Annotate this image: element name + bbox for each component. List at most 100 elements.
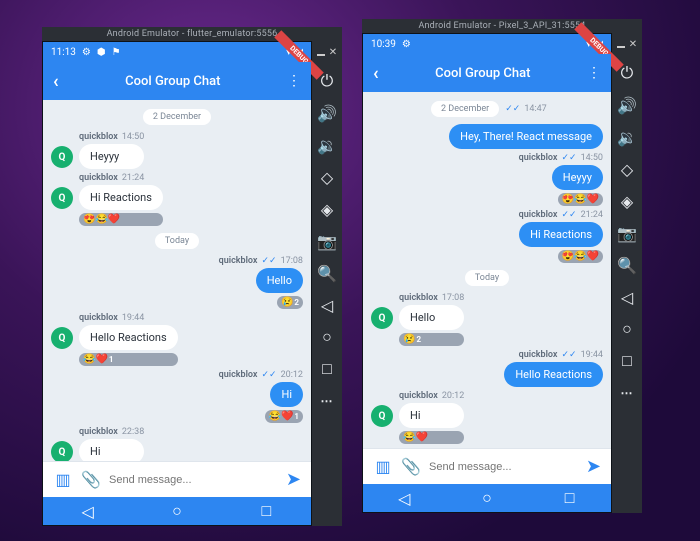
stickers-icon[interactable]: ▥ [373, 457, 393, 477]
back-icon[interactable]: ◁ [318, 296, 336, 314]
minimize-icon[interactable] [617, 46, 625, 48]
avatar[interactable]: Q [51, 146, 73, 168]
more-icon[interactable]: ⋯ [321, 394, 334, 408]
rotate-left-icon[interactable]: ◇ [318, 168, 336, 186]
avatar[interactable]: Q [371, 405, 393, 427]
message-row[interactable]: Q quickblox19:44 Hello Reactions 😂❤️1 [51, 313, 303, 366]
close-icon[interactable]: ✕ [629, 39, 637, 50]
minimize-icon[interactable] [317, 54, 325, 56]
sender-name: quickblox [519, 350, 558, 360]
chat-title: Cool Group Chat [59, 74, 287, 89]
attach-icon[interactable]: 📎 [81, 470, 101, 490]
message-bubble[interactable]: Hello [256, 268, 303, 293]
message-bubble[interactable]: Hello [399, 305, 464, 330]
message-bubble[interactable]: Heyyy [552, 165, 603, 190]
reaction-badge[interactable]: 😢2 [277, 296, 303, 309]
overview-icon[interactable]: □ [618, 352, 636, 370]
sender-name: quickblox [399, 391, 438, 401]
avatar[interactable]: Q [51, 187, 73, 209]
message-row[interactable]: Q quickblox17:08 Hello 😢2 [371, 293, 603, 346]
emulator-window-left: Android Emulator - flutter_emulator:5556… [42, 27, 342, 526]
reaction-badge[interactable]: 😍😂❤️ [558, 250, 603, 263]
debug-icon: ⬢ [97, 47, 106, 58]
read-ticks-icon: ✓✓ [561, 153, 576, 163]
message-input[interactable] [429, 461, 578, 473]
status-bar: 11:13 ⚙ ⬢ ⚑ ▾ ◢ [43, 42, 311, 62]
chat-scroll[interactable]: 2 December ✓✓14:47 Hey, There! React mes… [363, 92, 611, 448]
message-bubble[interactable]: Hi [270, 382, 303, 407]
more-icon[interactable]: ⋯ [621, 386, 634, 400]
message-row[interactable]: Q quickblox14:50 Heyyy [51, 132, 303, 169]
window-title: Android Emulator - Pixel_3_API_31:5554 [362, 19, 642, 33]
camera-icon[interactable]: 📷 [318, 232, 336, 250]
read-ticks-icon: ✓✓ [261, 370, 276, 380]
avatar[interactable]: Q [371, 307, 393, 329]
nav-back-icon[interactable]: ◁ [81, 504, 95, 518]
nav-back-icon[interactable]: ◁ [397, 491, 411, 505]
home-icon[interactable]: ○ [618, 320, 636, 338]
app-bar: ‹ Cool Group Chat ⋮ [43, 62, 311, 100]
chat-scroll[interactable]: 2 December Q quickblox14:50 Heyyy Q quic… [43, 100, 311, 461]
stickers-icon[interactable]: ▥ [53, 470, 73, 490]
msg-time: 14:47 [524, 104, 546, 114]
reaction-badge[interactable]: 😂❤️1 [265, 410, 304, 423]
rotate-right-icon[interactable]: ◈ [318, 200, 336, 218]
nav-home-icon[interactable]: ○ [170, 504, 184, 518]
avatar[interactable]: Q [51, 441, 73, 461]
zoom-icon[interactable]: 🔍 [618, 256, 636, 274]
sender-name: quickblox [219, 370, 258, 380]
volume-up-icon[interactable]: 🔊 [618, 96, 636, 114]
message-bubble[interactable]: Hi Reactions [519, 222, 603, 247]
rotate-right-icon[interactable]: ◈ [618, 192, 636, 210]
sender-name: quickblox [79, 313, 118, 323]
attach-icon[interactable]: 📎 [401, 457, 421, 477]
message-bubble[interactable]: Hello Reactions [79, 325, 178, 350]
input-bar: ▥ 📎 ➤ [43, 461, 311, 497]
message-row[interactable]: Q quickblox20:12 Hi 😂❤️ [371, 391, 603, 444]
message-row[interactable]: Q quickblox21:24 Hi Reactions 😍😂❤️ [51, 173, 303, 226]
send-button[interactable]: ➤ [586, 456, 601, 477]
more-button[interactable]: ⋮ [587, 65, 601, 81]
nav-recent-icon[interactable]: □ [563, 491, 577, 505]
reaction-badge[interactable]: 😂❤️1 [79, 353, 178, 366]
window-title: Android Emulator - flutter_emulator:5556 [42, 27, 342, 41]
read-ticks-icon: ✓✓ [261, 256, 276, 266]
message-bubble[interactable]: Hello Reactions [504, 362, 603, 387]
reaction-badge[interactable]: 😢2 [399, 333, 464, 346]
nav-home-icon[interactable]: ○ [480, 491, 494, 505]
reaction-badge[interactable]: 😍😂❤️ [558, 193, 603, 206]
flag-icon: ⚑ [112, 47, 121, 58]
rotate-left-icon[interactable]: ◇ [618, 160, 636, 178]
nav-recent-icon[interactable]: □ [259, 504, 273, 518]
message-row[interactable]: quickblox✓✓19:44 Hello Reactions [371, 350, 603, 387]
gear-icon: ⚙ [82, 47, 91, 58]
message-row[interactable]: quickblox✓✓14:50 Heyyy 😍😂❤️ [371, 153, 603, 206]
overview-icon[interactable]: □ [318, 360, 336, 378]
message-bubble[interactable]: Hey, There! React message [449, 124, 603, 149]
message-bubble[interactable]: Hi [79, 439, 144, 461]
message-row[interactable]: quickblox✓✓21:24 Hi Reactions 😍😂❤️ [371, 210, 603, 263]
reaction-badge[interactable]: 😂❤️ [399, 431, 464, 444]
message-row[interactable]: Hey, There! React message [371, 124, 603, 149]
volume-down-icon[interactable]: 🔉 [318, 136, 336, 154]
volume-down-icon[interactable]: 🔉 [618, 128, 636, 146]
close-icon[interactable]: ✕ [329, 47, 337, 58]
avatar[interactable]: Q [51, 327, 73, 349]
message-bubble[interactable]: Heyyy [79, 144, 144, 169]
message-row[interactable]: quickblox✓✓20:12 Hi 😂❤️1 [51, 370, 303, 423]
volume-up-icon[interactable]: 🔊 [318, 104, 336, 122]
zoom-icon[interactable]: 🔍 [318, 264, 336, 282]
message-bubble[interactable]: Hi Reactions [79, 185, 163, 210]
more-button[interactable]: ⋮ [287, 73, 301, 89]
message-bubble[interactable]: Hi [399, 403, 464, 428]
message-input[interactable] [109, 474, 278, 486]
home-icon[interactable]: ○ [318, 328, 336, 346]
camera-icon[interactable]: 📷 [618, 224, 636, 242]
reaction-badge[interactable]: 😍😂❤️ [79, 213, 163, 226]
msg-time: 19:44 [581, 350, 603, 360]
back-icon[interactable]: ◁ [618, 288, 636, 306]
message-row[interactable]: quickblox✓✓17:08 Hello 😢2 [51, 256, 303, 309]
message-row[interactable]: Q quickblox22:38 Hi [51, 427, 303, 461]
send-button[interactable]: ➤ [286, 469, 301, 490]
emulator-toolbar: ✕ ⏻ 🔊 🔉 ◇ ◈ 📷 🔍 ◁ ○ □ ⋯ [612, 33, 642, 513]
